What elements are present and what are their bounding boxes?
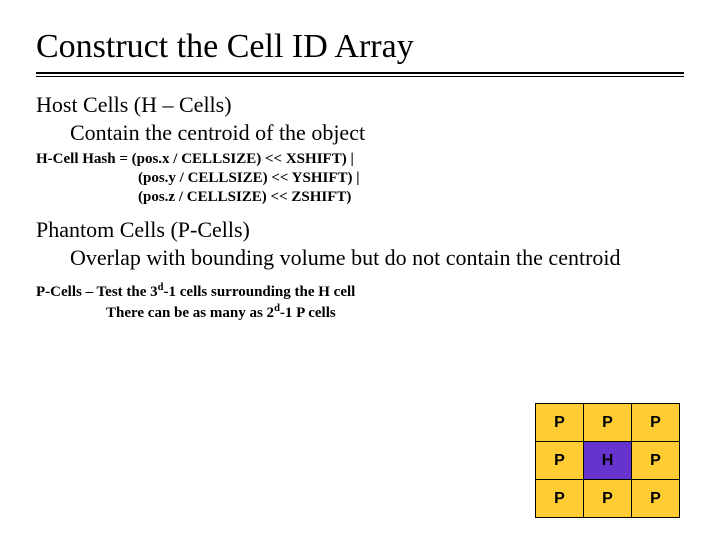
grid-cell: P [536, 480, 584, 518]
hash-formula: H-Cell Hash = (pos.x / CELLSIZE) << XSHI… [36, 150, 684, 206]
hash-line-2: (pos.y / CELLSIZE) << YSHIFT) | [36, 169, 684, 188]
phantom-cells-heading: Phantom Cells (P-Cells) [36, 216, 684, 244]
phantom-cells-desc: Overlap with bounding volume but do not … [36, 244, 684, 272]
grid-cell: P [584, 480, 632, 518]
pcell-note-2b: -1 P cells [280, 305, 336, 321]
pcell-note: P-Cells – Test the 3d-1 cells surroundin… [36, 281, 416, 323]
hash-line-3: (pos.z / CELLSIZE) << ZSHIFT) [36, 188, 684, 207]
cell-grid-table: P P P P H P P P P [535, 403, 680, 518]
grid-cell: P [632, 480, 680, 518]
grid-cell-h: H [584, 442, 632, 480]
grid-cell: P [536, 404, 584, 442]
title-underline [36, 72, 684, 77]
host-cells-desc: Contain the centroid of the object [36, 119, 684, 147]
pcell-note-1a: P-Cells – Test the 3 [36, 284, 158, 300]
host-cells-heading: Host Cells (H – Cells) [36, 91, 684, 119]
pcell-note-line2: There can be as many as 2d-1 P cells [36, 302, 416, 323]
grid-cell: P [536, 442, 584, 480]
pcell-note-2a: There can be as many as 2 [106, 305, 274, 321]
pcell-note-1b: -1 cells surrounding the H cell [164, 284, 356, 300]
cell-grid: P P P P H P P P P [535, 403, 680, 518]
hash-line-1: H-Cell Hash = (pos.x / CELLSIZE) << XSHI… [36, 150, 684, 169]
grid-cell: P [632, 404, 680, 442]
grid-cell: P [632, 442, 680, 480]
slide-title: Construct the Cell ID Array [36, 28, 684, 66]
pcell-note-line1: P-Cells – Test the 3d-1 cells surroundin… [36, 281, 416, 302]
grid-cell: P [584, 404, 632, 442]
